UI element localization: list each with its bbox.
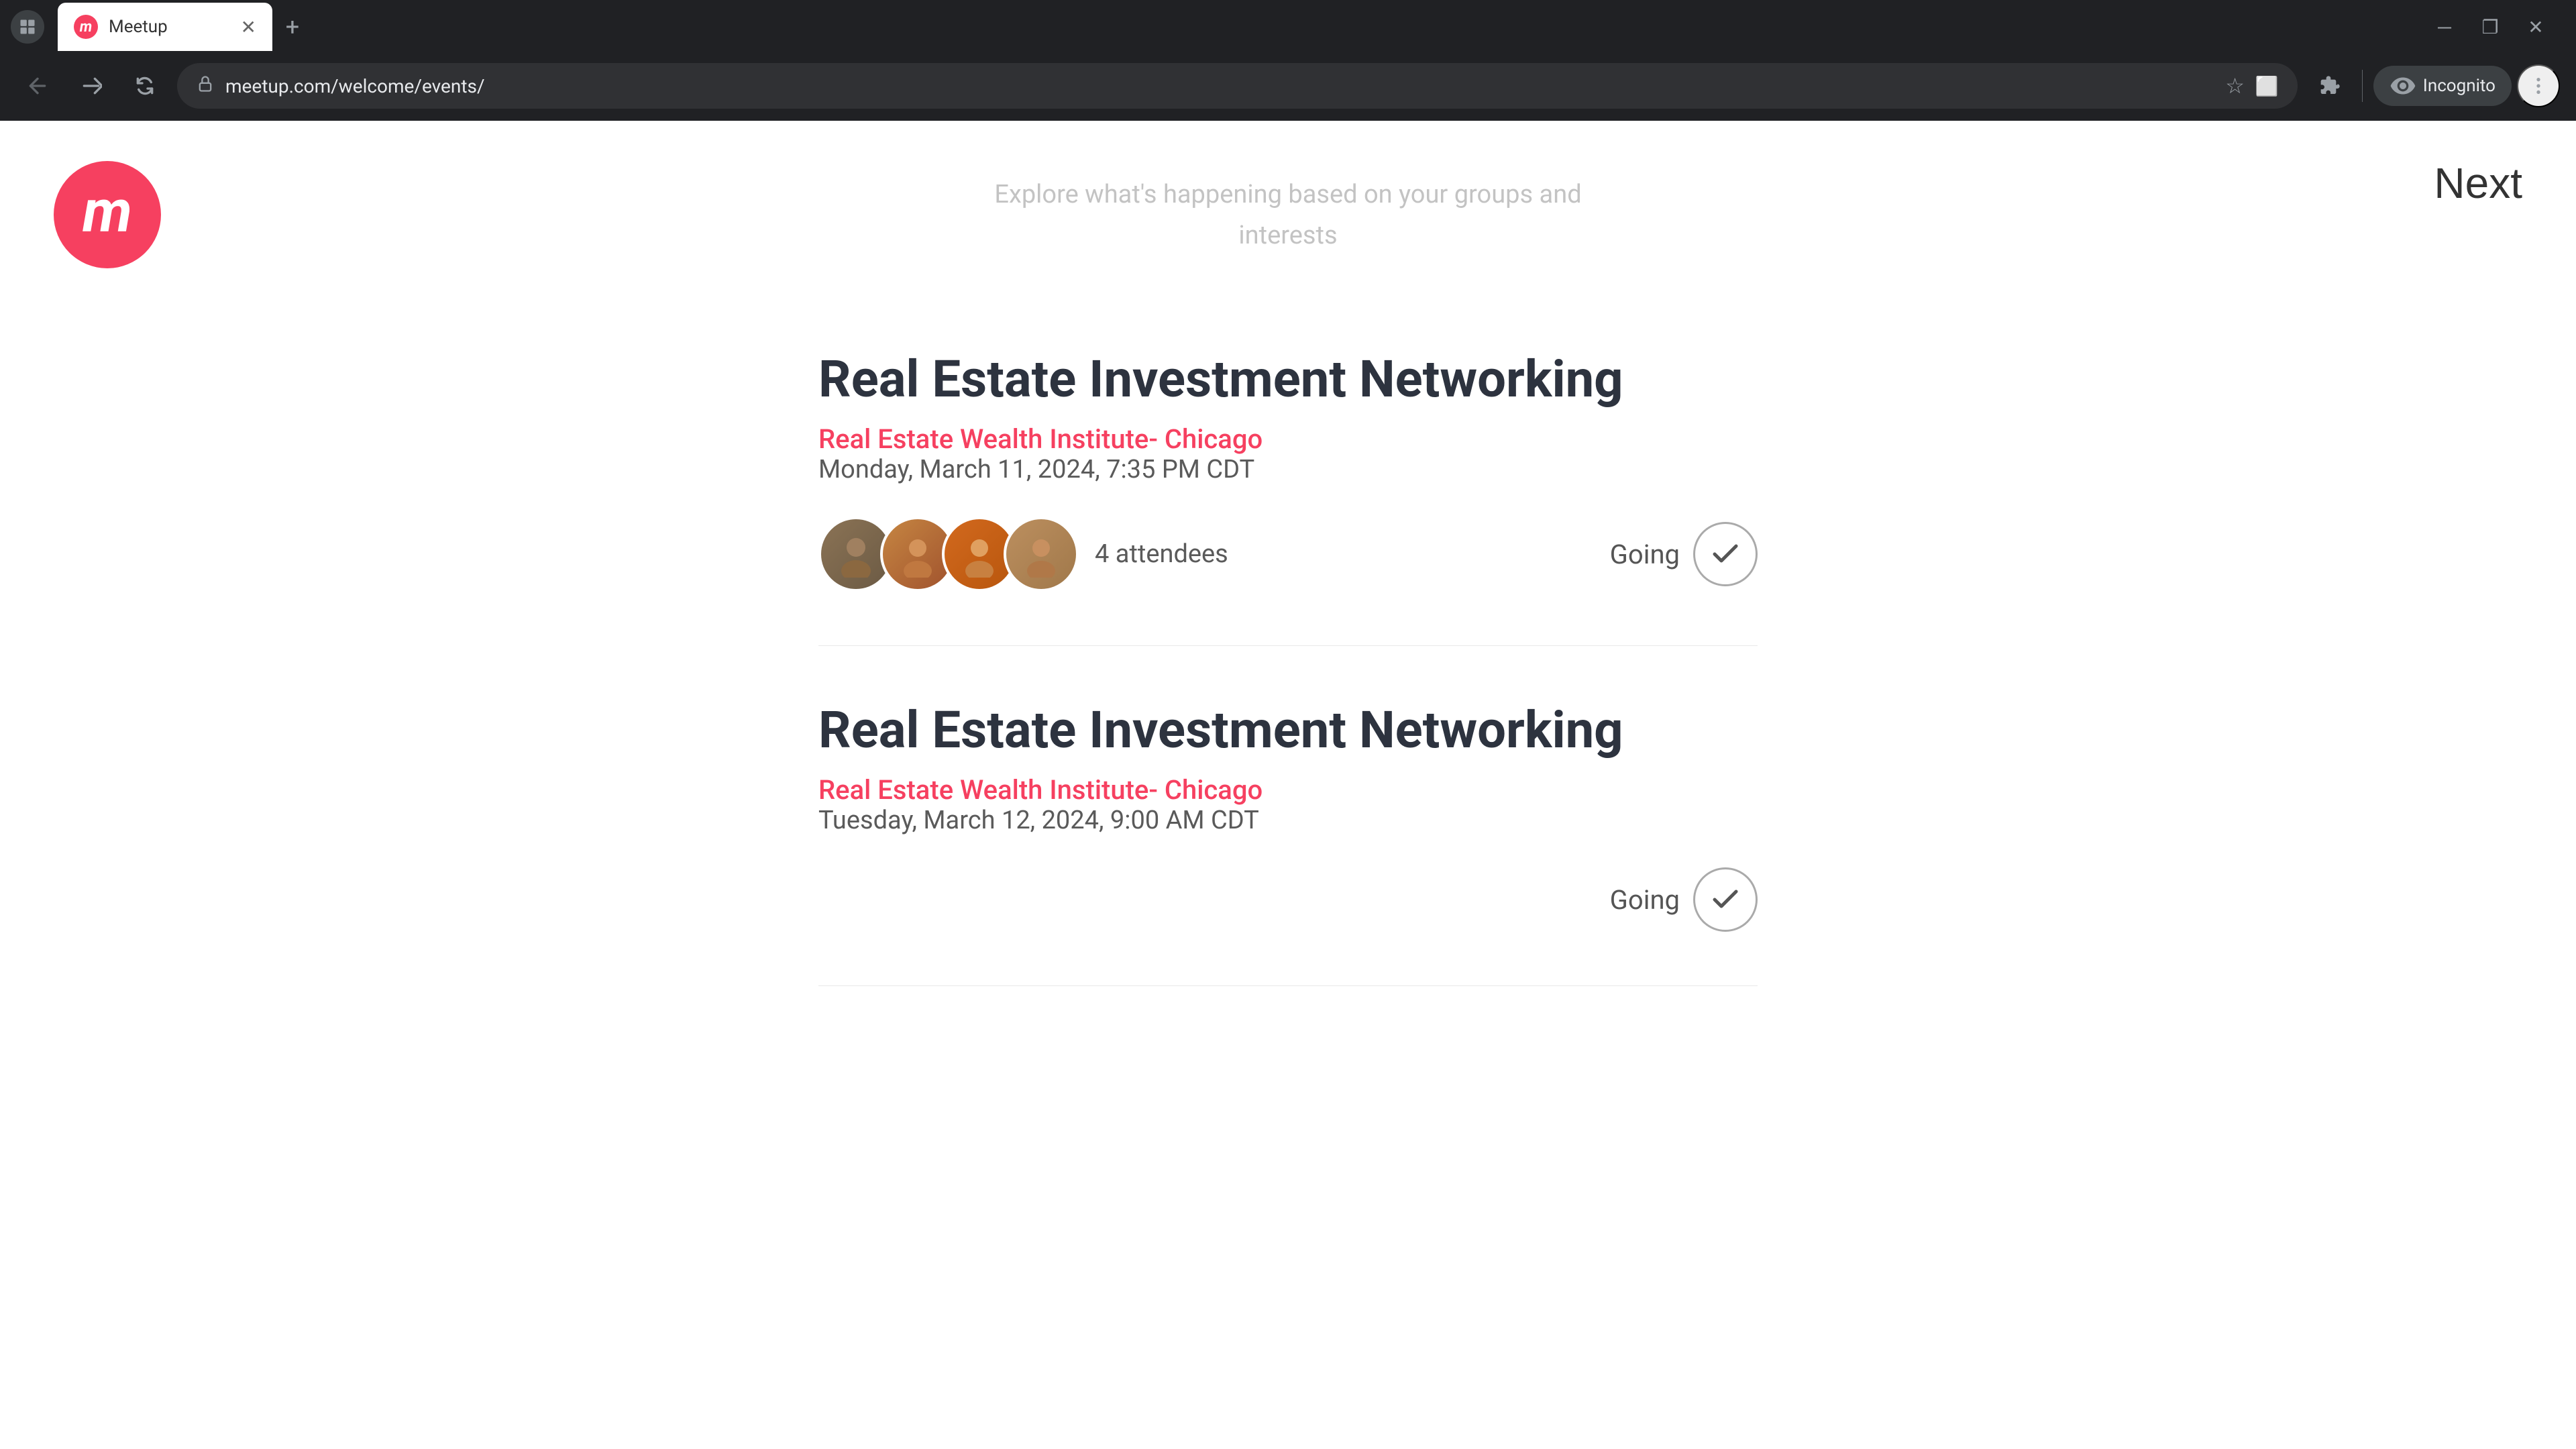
going-check-icon-1 xyxy=(1693,522,1758,586)
event-group-1[interactable]: Real Estate Wealth Institute- Chicago xyxy=(818,423,1263,455)
page-content: m Next Explore what's happening based on… xyxy=(0,121,2576,1449)
event-group-2[interactable]: Real Estate Wealth Institute- Chicago xyxy=(818,774,1263,806)
going-label-2: Going xyxy=(1610,884,1680,916)
url-text: meetup.com/welcome/events/ xyxy=(225,75,2214,97)
more-options-button[interactable] xyxy=(2517,64,2560,107)
active-tab[interactable]: m Meetup ✕ xyxy=(58,3,272,51)
tab-switcher-button[interactable] xyxy=(11,10,44,44)
event-card-2: Real Estate Investment Networking Real E… xyxy=(818,646,1758,986)
window-controls: ─ ❐ ✕ xyxy=(2428,11,2565,43)
going-badge-1[interactable]: Going xyxy=(1610,522,1758,586)
back-button[interactable] xyxy=(16,64,59,107)
toolbar-divider xyxy=(2362,70,2363,102)
cast-icon: ⬜ xyxy=(2255,75,2279,97)
security-icon xyxy=(196,74,215,98)
maximize-button[interactable]: ❐ xyxy=(2474,11,2506,43)
new-tab-button[interactable]: + xyxy=(272,7,313,47)
incognito-button[interactable]: Incognito xyxy=(2373,66,2512,106)
event-title-1[interactable]: Real Estate Investment Networking xyxy=(818,349,1758,410)
event-date-2: Tuesday, March 12, 2024, 9:00 AM CDT xyxy=(818,806,1758,835)
reload-button[interactable] xyxy=(123,64,166,107)
toolbar-icons: Incognito xyxy=(2308,64,2560,107)
attendee-avatars-1 xyxy=(818,517,1079,592)
extensions-button[interactable] xyxy=(2308,64,2351,107)
going-badge-2[interactable]: Going xyxy=(1610,867,1758,932)
attendees-section-1: 4 attendees xyxy=(818,517,1228,592)
bookmark-icon[interactable]: ☆ xyxy=(2225,73,2245,99)
browser-toolbar: meetup.com/welcome/events/ ☆ ⬜ Incognito xyxy=(0,54,2576,118)
next-button[interactable]: Next xyxy=(2434,158,2522,208)
page-subtitle: Explore what's happening based on your g… xyxy=(986,174,1590,256)
event-card-1: Real Estate Investment Networking Real E… xyxy=(818,349,1758,646)
minimize-button[interactable]: ─ xyxy=(2428,11,2461,43)
forward-button[interactable] xyxy=(70,64,113,107)
events-container: Real Estate Investment Networking Real E… xyxy=(818,349,1758,986)
event-date-1: Monday, March 11, 2024, 7:35 PM CDT xyxy=(818,455,1758,484)
event-title-2[interactable]: Real Estate Investment Networking xyxy=(818,700,1758,761)
incognito-label: Incognito xyxy=(2423,76,2496,96)
address-bar[interactable]: meetup.com/welcome/events/ ☆ ⬜ xyxy=(177,63,2298,109)
subtitle-text: Explore what's happening based on your g… xyxy=(994,180,1581,250)
close-button[interactable]: ✕ xyxy=(2520,11,2552,43)
meetup-logo-text: m xyxy=(83,182,132,241)
going-label-1: Going xyxy=(1610,539,1680,570)
going-check-icon-2 xyxy=(1693,867,1758,932)
attendee-avatar-4 xyxy=(1004,517,1079,592)
browser-chrome: m Meetup ✕ + ─ ❐ ✕ xyxy=(0,0,2576,121)
tab-title: Meetup xyxy=(109,17,230,37)
event-footer-1: 4 attendees Going xyxy=(818,517,1758,592)
event-footer-2: Going xyxy=(818,867,1758,932)
attendee-count-1: 4 attendees xyxy=(1095,539,1228,569)
meetup-logo[interactable]: m xyxy=(54,161,161,268)
tab-close-icon[interactable]: ✕ xyxy=(241,16,256,38)
